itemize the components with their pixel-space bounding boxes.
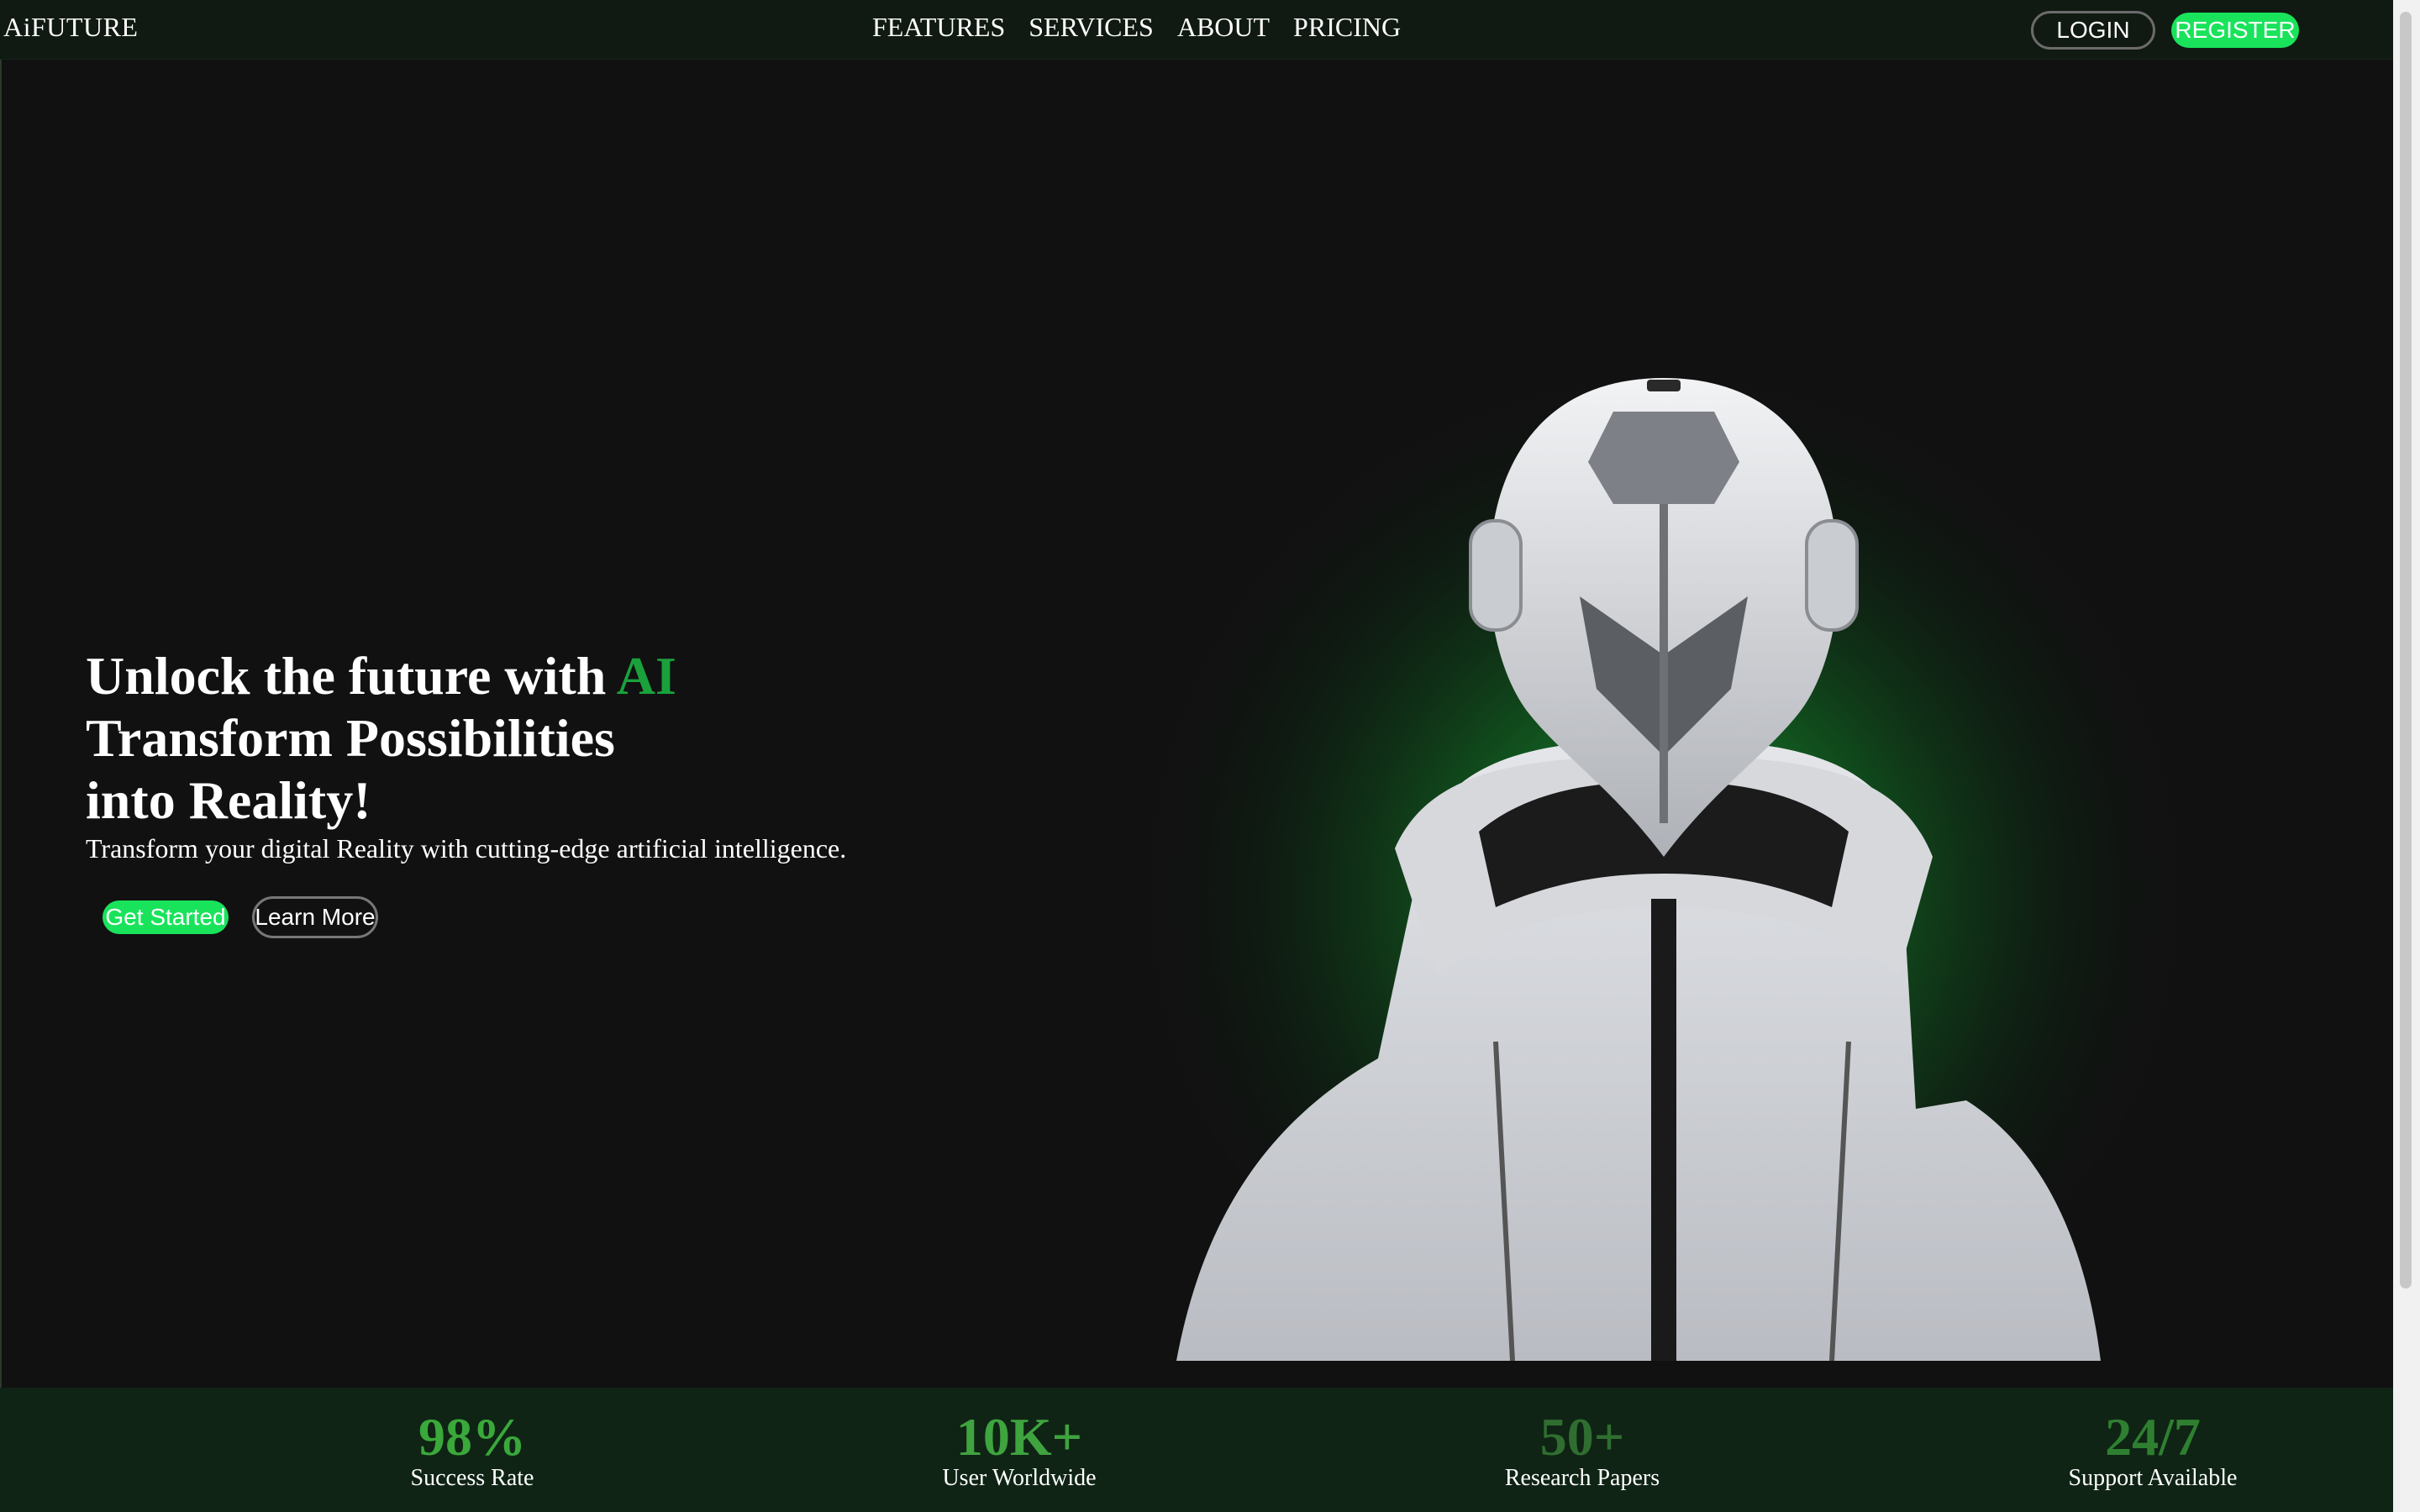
stat-research-papers: 50+ Research Papers [1414,1388,1750,1492]
login-button[interactable]: LOGIN [2031,11,2155,50]
helmet-panel-top [1588,412,1739,504]
zipper [1651,899,1676,1361]
nav-about[interactable]: ABOUT [1177,12,1270,43]
hero-title-accent: AI [616,646,676,706]
hero-figure-image [1126,319,2202,1361]
main-nav: FEATURES SERVICES ABOUT PRICING [872,12,1401,43]
stats-bar: 98% Success Rate 10K+ User Worldwide 50+… [0,1388,2393,1512]
stat-support: 24/7 Support Available [1985,1388,2321,1492]
hero-heading: Unlock the future with AI Transform Poss… [86,645,676,832]
stat-label: Support Available [2068,1465,2238,1491]
learn-more-button[interactable]: Learn More [252,896,378,938]
nav-pricing[interactable]: PRICING [1293,12,1401,43]
hero-title-line2: Transform Possibilities [86,708,615,768]
nav-services[interactable]: SERVICES [1028,12,1154,43]
stat-value: 10K+ [955,1407,1083,1467]
get-started-button[interactable]: Get Started [103,900,229,934]
stat-users: 10K+ User Worldwide [851,1388,1187,1492]
register-button[interactable]: REGISTER [2171,13,2299,48]
stat-value: 24/7 [2105,1407,2201,1467]
helmet-ear-right [1805,519,1859,632]
stat-label: User Worldwide [942,1465,1097,1491]
hero-title-line1: Unlock the future with [86,646,617,706]
hero-title-line3: into Reality! [86,770,371,830]
stat-label: Research Papers [1504,1465,1660,1491]
helmet-ear-left [1469,519,1523,632]
scrollbar-thumb[interactable] [2400,12,2412,1289]
stat-value: 98% [418,1407,526,1467]
brand-logo[interactable]: AiFUTURE [3,12,138,43]
stat-value: 50+ [1539,1407,1625,1467]
stat-success-rate: 98% Success Rate [304,1388,640,1492]
nav-features[interactable]: FEATURES [872,12,1005,43]
top-navbar: AiFUTURE FEATURES SERVICES ABOUT PRICING… [0,0,2393,60]
stat-label: Success Rate [410,1465,534,1491]
helmet-top-slot [1647,380,1681,391]
hero-subtitle: Transform your digital Reality with cutt… [86,833,847,864]
